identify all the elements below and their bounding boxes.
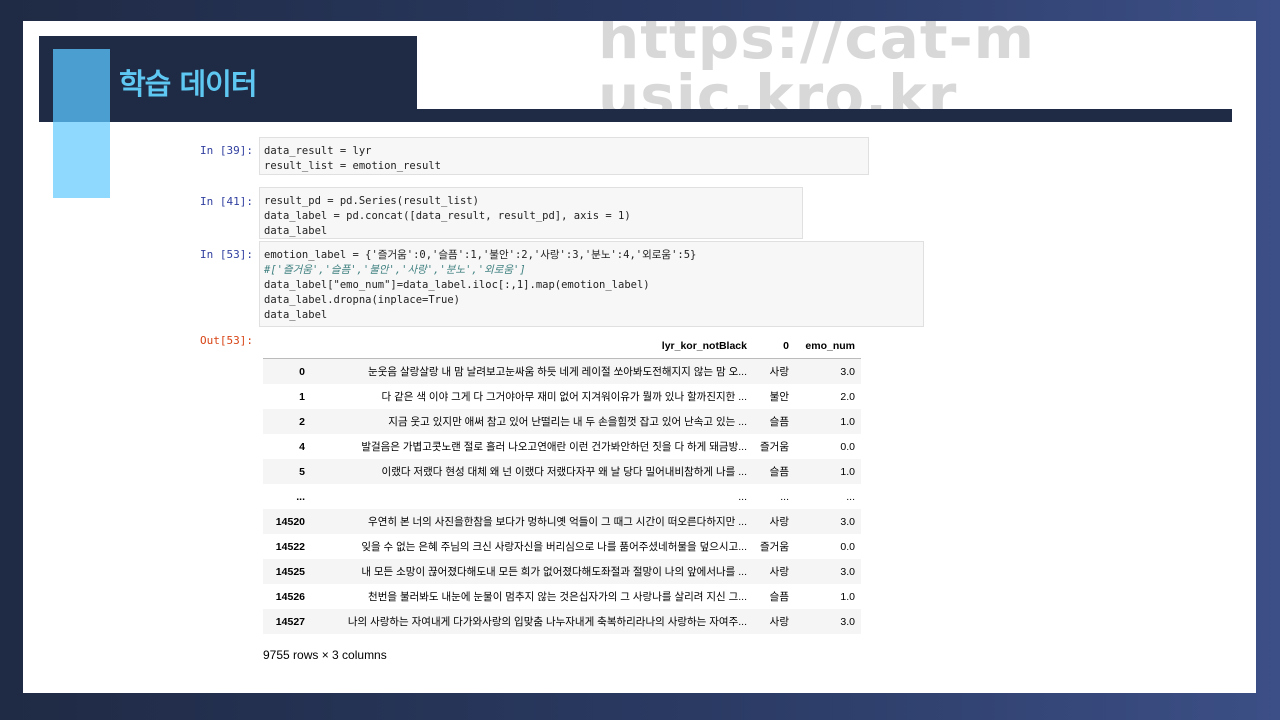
column-header-lyrics: lyr_kor_notBlack	[311, 333, 753, 359]
lyrics-cell: 내 모든 소망이 끊어졌다해도내 모든 희가 없어졌다해도좌절과 절망이 나의 …	[361, 566, 747, 578]
code-line: result_pd = pd.Series(result_list)	[264, 195, 479, 207]
accent-block-top	[53, 49, 110, 122]
emo-num-cell: ...	[846, 490, 855, 503]
lyrics-cell: 천번을 불러봐도 내눈에 눈물이 멈추지 않는 것은십자가의 그 사랑나를 살리…	[368, 591, 747, 603]
emotion-cell: 즐거움	[760, 441, 789, 453]
emotion-cell: 사랑	[769, 566, 789, 578]
emo-num-cell: 3.0	[840, 515, 855, 528]
lyrics-cell: ...	[738, 490, 747, 503]
emotion-cell: ...	[780, 490, 789, 503]
row-index: 14525	[275, 565, 305, 578]
code-line: data_result = lyr	[264, 145, 372, 157]
code-cell-41[interactable]: result_pd = pd.Series(result_list) data_…	[259, 187, 803, 239]
emo-num-cell: 3.0	[840, 565, 855, 578]
row-index: 14522	[275, 540, 305, 553]
table-row: 1 다 같은 색 이야 그게 다 그거야아무 재미 없어 지겨워이유가 뭘까 있나…	[263, 384, 861, 409]
code-cell-53[interactable]: emotion_label = {'즐거움':0,'슬픔':1,'불안':2,'…	[259, 241, 924, 327]
lyrics-cell: 우연히 본 너의 사진을한참을 보다가 멍하니옛 억들이 그 때그 시간이 떠오…	[368, 516, 747, 528]
output-prompt-53: Out[53]:	[200, 334, 253, 347]
column-header-index	[263, 333, 311, 359]
code-line: data_label	[264, 309, 328, 321]
code-line: result_list = emotion_result	[264, 160, 442, 172]
emo-num-cell: 1.0	[840, 590, 855, 603]
table-row: 2 지금 웃고 있지만 애써 참고 있어 난떨리는 내 두 손을힘껏 잡고 있어 …	[263, 409, 861, 434]
row-index: 2	[299, 415, 305, 428]
row-index: 4	[299, 440, 305, 453]
table-row: 14525 내 모든 소망이 끊어졌다해도내 모든 희가 없어졌다해도좌절과 절망…	[263, 559, 861, 584]
emotion-cell: 사랑	[769, 366, 789, 378]
cell-prompt-41: In [41]:	[200, 195, 253, 208]
emo-num-cell: 0.0	[840, 440, 855, 453]
slide: https://cat-music.kro.kr 학습 데이터 In [39]:…	[23, 21, 1256, 693]
emotion-cell: 즐거움	[760, 541, 789, 553]
emotion-cell: 슬픔	[769, 466, 789, 478]
emo-num-cell: 3.0	[840, 615, 855, 628]
header-divider-line	[417, 109, 1232, 122]
emo-num-cell: 3.0	[840, 365, 855, 378]
slide-title: 학습 데이터	[119, 67, 257, 101]
emo-num-cell: 0.0	[840, 540, 855, 553]
column-header-emotion: 0	[753, 333, 795, 359]
code-line: data_label	[264, 225, 328, 237]
row-index: ...	[296, 490, 305, 503]
table-row: ............	[263, 484, 861, 509]
table-row: 0 눈웃음 살랑살랑 내 맘 날려보고눈싸움 하듯 네게 레이절 쏘아봐도전해지지…	[263, 358, 861, 384]
emotion-cell: 슬픔	[769, 591, 789, 603]
code-line: data_label = pd.concat([data_result, res…	[264, 210, 631, 222]
row-index: 14520	[275, 515, 305, 528]
emo-num-cell: 1.0	[840, 415, 855, 428]
table-row: 14526 천번을 불러봐도 내눈에 눈물이 멈추지 않는 것은십자가의 그 사랑…	[263, 584, 861, 609]
table-header-row: lyr_kor_notBlack 0 emo_num	[263, 333, 861, 359]
table-row: 14527 나의 사랑하는 자여내게 다가와사랑의 입맞춤 나누자내게 축복하리라…	[263, 609, 861, 634]
lyrics-cell: 잊을 수 없는 은혜 주님의 크신 사랑자신을 버리심으로 나를 품어주셨네허물…	[361, 541, 747, 553]
dataframe-shape: 9755 rows × 3 columns	[263, 648, 387, 662]
lyrics-cell: 지금 웃고 있지만 애써 참고 있어 난떨리는 내 두 손을힘껏 잡고 있어 난…	[388, 416, 747, 428]
row-index: 0	[299, 365, 305, 378]
code-line: emotion_label = {'즐거움':0,'슬픔':1,'불안':2,'…	[264, 249, 697, 261]
cell-prompt-39: In [39]:	[200, 144, 253, 157]
code-line: data_label["emo_num"]=data_label.iloc[:,…	[264, 279, 650, 291]
row-index: 14526	[275, 590, 305, 603]
lyrics-cell: 이랬다 저랬다 현성 대체 왜 넌 이랬다 저랬다자꾸 왜 날 당다 밀어내비참…	[381, 466, 747, 478]
emotion-cell: 불안	[769, 391, 789, 403]
row-index: 14527	[275, 615, 305, 628]
lyrics-cell: 발걸음은 가볍고콧노랜 절로 흘러 나오고연애란 이런 건가봐안하던 짓을 다 …	[361, 441, 747, 453]
table-row: 5 이랬다 저랬다 현성 대체 왜 넌 이랬다 저랬다자꾸 왜 날 당다 밀어내비…	[263, 459, 861, 484]
code-line: data_label.dropna(inplace=True)	[264, 294, 460, 306]
code-cell-39[interactable]: data_result = lyr result_list = emotion_…	[259, 137, 869, 175]
emotion-cell: 슬픔	[769, 416, 789, 428]
emotion-cell: 사랑	[769, 516, 789, 528]
emo-num-cell: 1.0	[840, 465, 855, 478]
row-index: 1	[299, 390, 305, 403]
lyrics-cell: 나의 사랑하는 자여내게 다가와사랑의 입맞춤 나누자내게 축복하리라나의 사랑…	[347, 616, 747, 628]
code-comment-line: #['즐거움','슬픔','불안','사랑','분노','외로움']	[264, 264, 526, 276]
emo-num-cell: 2.0	[840, 390, 855, 403]
column-header-emo-num: emo_num	[795, 333, 861, 359]
table-row: 4 발걸음은 가볍고콧노랜 절로 흘러 나오고연애란 이런 건가봐안하던 짓을 다…	[263, 434, 861, 459]
lyrics-cell: 눈웃음 살랑살랑 내 맘 날려보고눈싸움 하듯 네게 레이절 쏘아봐도전해지지 …	[368, 366, 747, 378]
accent-block-bottom	[53, 122, 110, 198]
table-row: 14522 잊을 수 없는 은혜 주님의 크신 사랑자신을 버리심으로 나를 품어…	[263, 534, 861, 559]
table-row: 14520 우연히 본 너의 사진을한참을 보다가 멍하니옛 억들이 그 때그 시…	[263, 509, 861, 534]
cell-prompt-53: In [53]:	[200, 248, 253, 261]
emotion-cell: 사랑	[769, 616, 789, 628]
dataframe-table: lyr_kor_notBlack 0 emo_num 0 눈웃음 살랑살랑 내 맘…	[263, 333, 861, 634]
lyrics-cell: 다 같은 색 이야 그게 다 그거야아무 재미 없어 지겨워이유가 뭘까 있나 …	[381, 391, 747, 403]
row-index: 5	[299, 465, 305, 478]
